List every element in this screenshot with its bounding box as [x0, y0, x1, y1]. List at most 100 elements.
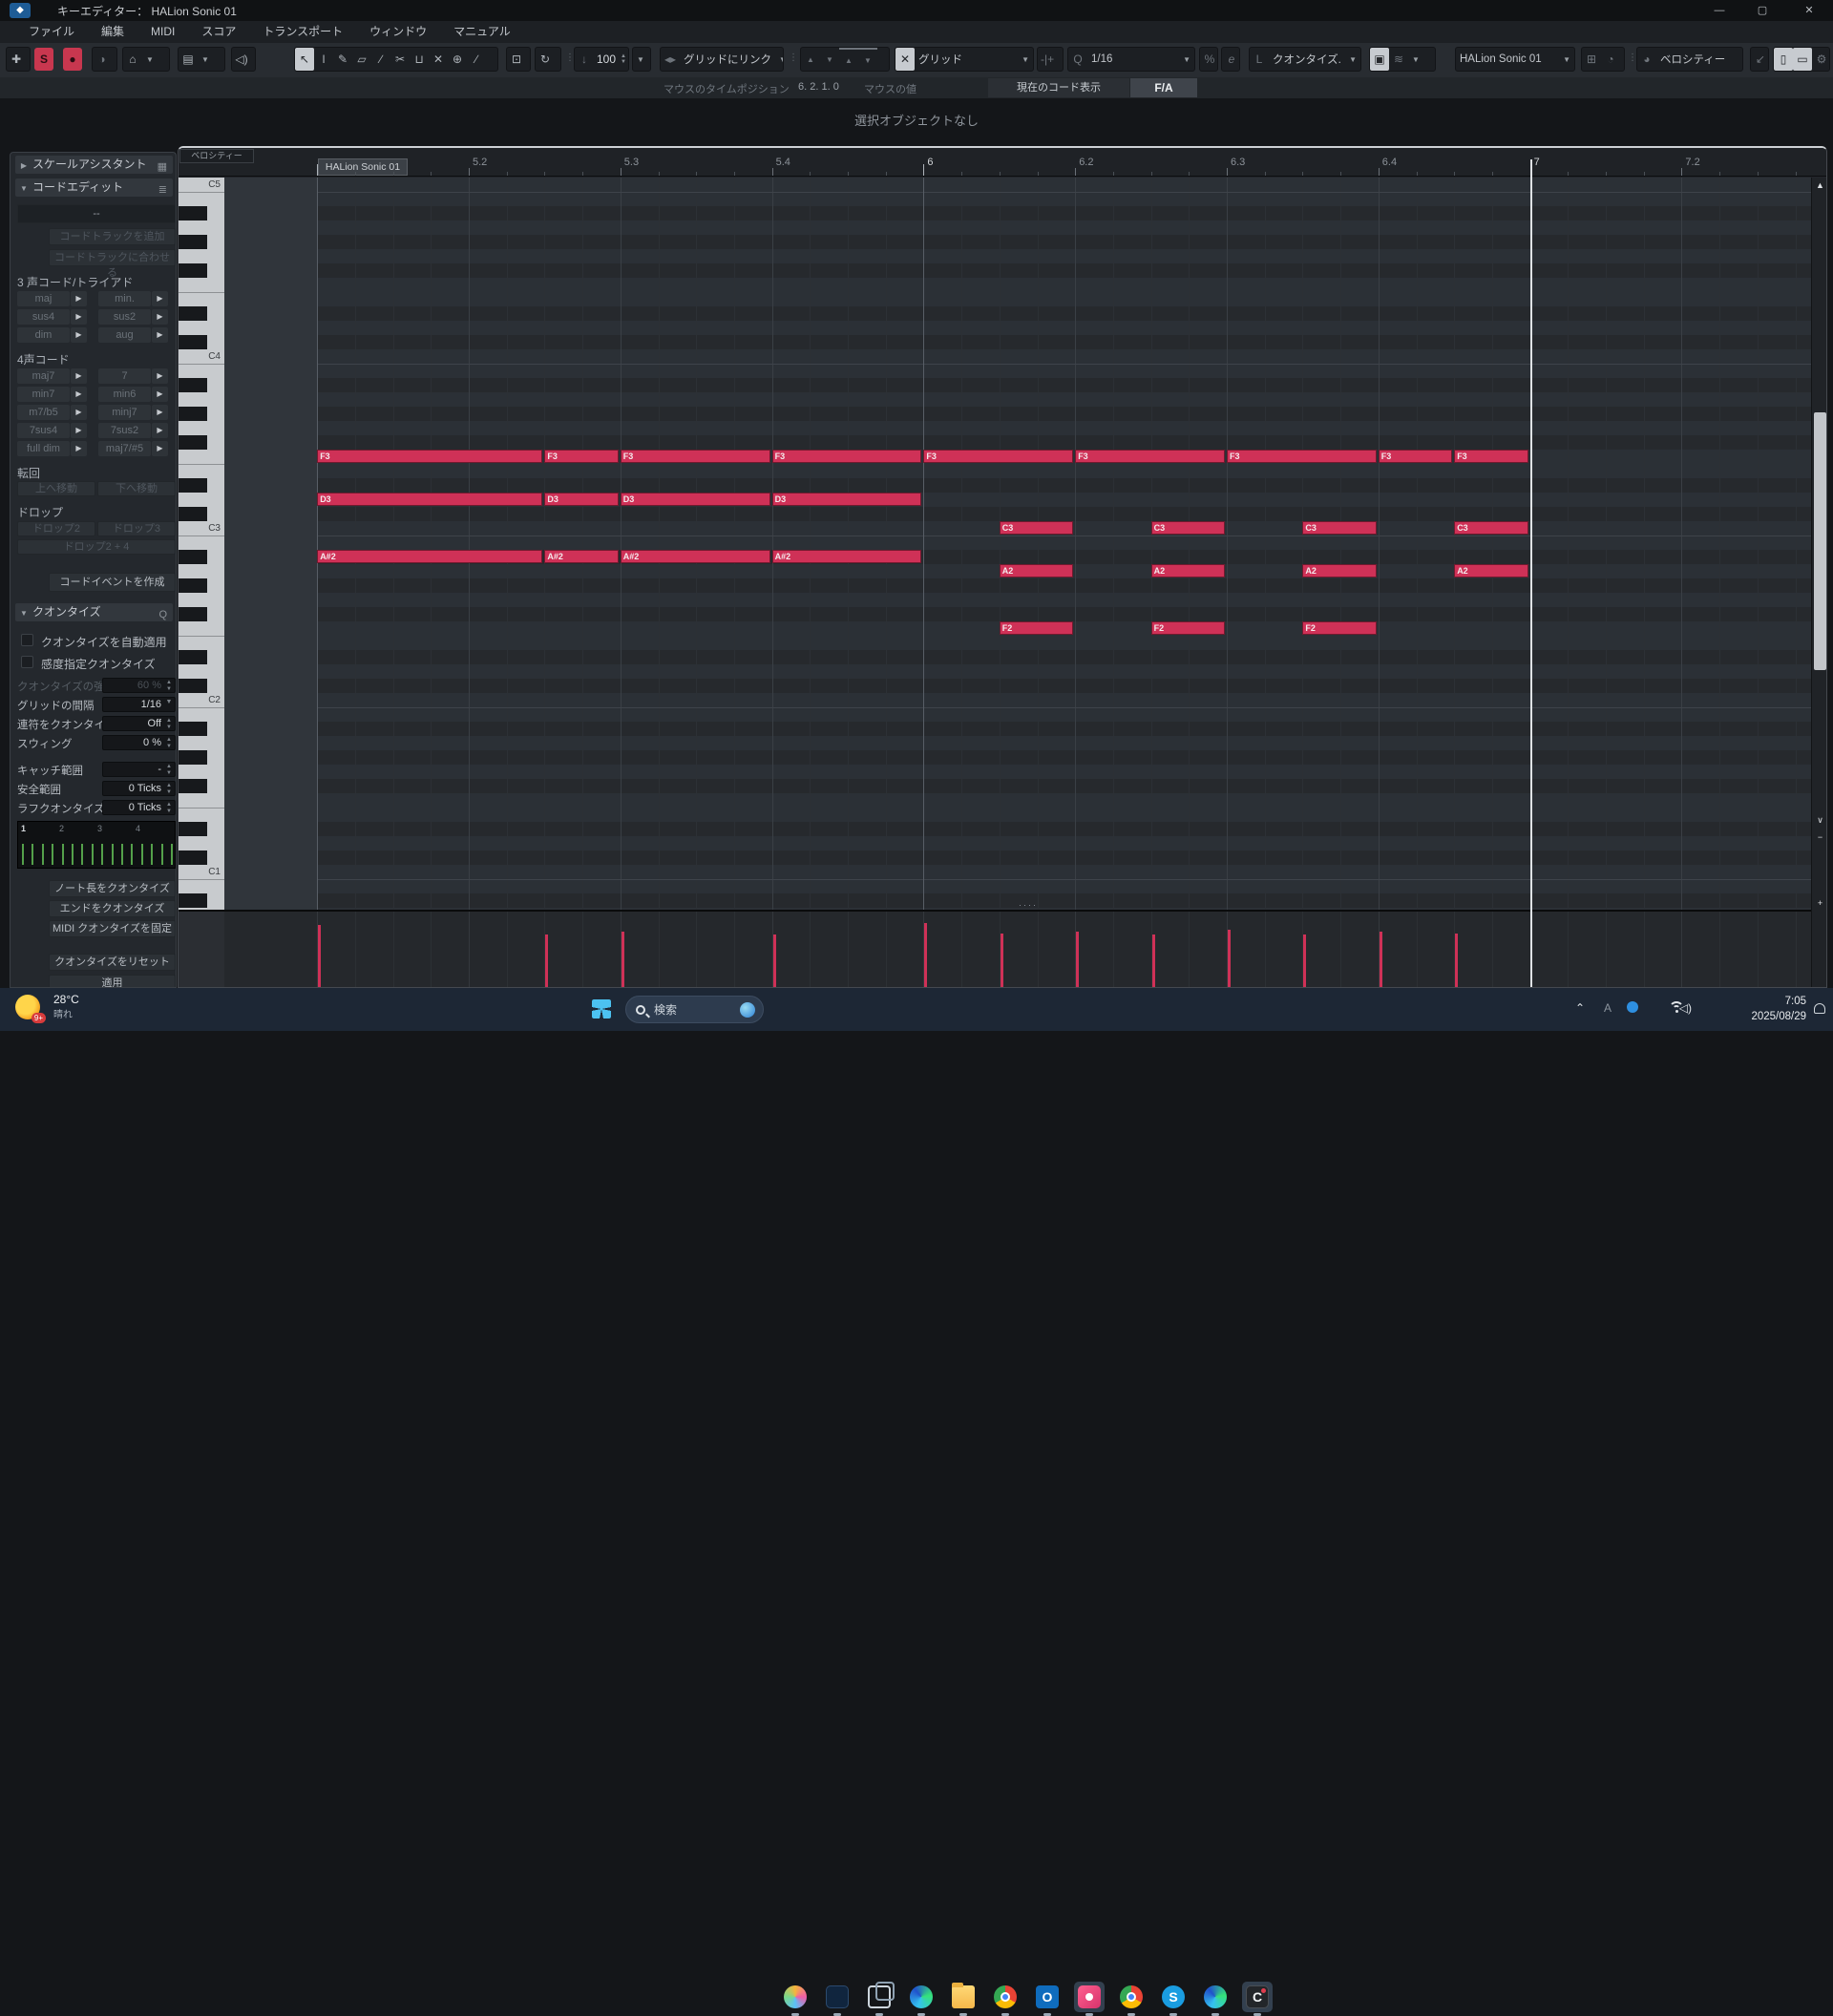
erase-tool[interactable]: ▱ [352, 48, 371, 71]
close-button[interactable]: ✕ [1795, 0, 1823, 21]
black-key[interactable] [179, 850, 207, 865]
triad-dim-arrow[interactable]: ▶ [71, 327, 87, 343]
velocity-bar[interactable] [1228, 930, 1231, 988]
tray-app-icon[interactable] [1627, 1001, 1638, 1016]
velocity-lane[interactable] [179, 910, 1811, 988]
trim-tool[interactable]: ∕ [371, 48, 390, 71]
triad-dim[interactable]: dim [17, 327, 70, 343]
quantize-button-1[interactable]: エンドをクオンタイズ [49, 900, 176, 917]
project-cursor[interactable] [1530, 159, 1532, 988]
maximize-button[interactable]: ▢ [1748, 0, 1777, 21]
field-stepper-6[interactable]: ▲ ▼ [163, 802, 175, 815]
velocity-bar[interactable] [1303, 934, 1306, 988]
chord4-minj7-arrow[interactable]: ▶ [152, 405, 168, 420]
chord4-maj7/#5[interactable]: maj7/#5 [98, 441, 151, 456]
chord4-m7/b5[interactable]: m7/b5 [17, 405, 70, 420]
add-chord-track-button[interactable]: コードトラックを追加 [49, 228, 176, 245]
midi-input-icon[interactable]: ≋ [1389, 48, 1408, 71]
setup-gear-icon[interactable]: ⚙ [1812, 48, 1830, 71]
section-quantize[interactable]: ▼クオンタイズQ [15, 603, 173, 621]
triad-maj[interactable]: maj [17, 291, 70, 306]
zoom-out-icon[interactable]: − [1812, 832, 1827, 842]
taskbar-app-skype[interactable]: S [1158, 1982, 1189, 2012]
chevron-down-icon[interactable]: ▼ [198, 55, 213, 64]
menu-5[interactable]: ウィンドウ [369, 21, 427, 43]
midi-note-F3[interactable]: F3 [1379, 450, 1452, 463]
chord4-maj7[interactable]: maj7 [17, 368, 70, 384]
menu-4[interactable]: トランスポート [263, 21, 343, 43]
event-colors-value[interactable]: ベロシティー [1656, 52, 1729, 67]
black-key[interactable] [179, 478, 207, 493]
weather-widget[interactable]: 9+ 28°C 晴れ [15, 993, 79, 1020]
midi-note-F2[interactable]: F2 [1302, 621, 1376, 635]
notification-bell-icon[interactable] [1814, 1003, 1825, 1014]
field-stepper-3[interactable]: ▲ ▼ [163, 737, 175, 750]
midi-note-F3[interactable]: F3 [1454, 450, 1528, 463]
auto-select-controllers-group[interactable]: ⌂▼ [122, 47, 170, 72]
midi-note-D3[interactable]: D3 [621, 493, 770, 506]
length-quantize-value[interactable]: クオンタイズ. [1269, 52, 1345, 67]
taskbar-app-browser-3[interactable] [1200, 1982, 1231, 2012]
auto-scroll-button[interactable]: ⊡ [506, 47, 531, 72]
velocity-bar[interactable] [1455, 934, 1458, 988]
black-key[interactable] [179, 779, 207, 793]
chevron-down-icon[interactable]: ▼ [142, 55, 158, 64]
record-in-editor-button[interactable]: ● [63, 47, 89, 72]
midi-note-D3[interactable]: D3 [544, 493, 618, 506]
quantize-preset-group[interactable]: Q 1/16 ▼ [1067, 47, 1195, 72]
vertical-scrollbar[interactable]: ▲ ∨ − + [1811, 178, 1827, 988]
quantize-button-2[interactable]: MIDI クオンタイズを固定 [49, 920, 176, 937]
midi-note-A#2[interactable]: A#2 [317, 550, 542, 563]
taskbar-app-widgets[interactable] [822, 1982, 853, 2012]
timeline-ruler[interactable]: HALion Sonic 01 5.25.35.466.26.36.477.2 [179, 148, 1827, 177]
mute-tool[interactable]: ✕ [429, 48, 448, 71]
drop-2-4-button[interactable]: ドロップ2 + 4 [17, 539, 176, 555]
velocity-bar[interactable] [318, 925, 321, 988]
midi-note-A2[interactable]: A2 [1000, 564, 1073, 578]
midi-note-F3[interactable]: F3 [544, 450, 618, 463]
triad-aug-arrow[interactable]: ▶ [152, 327, 168, 343]
left-zone-button[interactable]: ▯ [1774, 48, 1793, 71]
scroll-down-icon[interactable]: ∨ [1812, 815, 1827, 826]
taskbar-app-browser-2[interactable] [1116, 1982, 1147, 2012]
black-key[interactable] [179, 722, 207, 736]
quantize-button2-1[interactable]: 適用 [49, 975, 176, 988]
chord4-7[interactable]: 7 [98, 368, 151, 384]
field-stepper-5[interactable]: ▲ ▼ [163, 783, 175, 796]
menu-2[interactable]: MIDI [151, 21, 175, 43]
nudge-button-3[interactable]: ▼ [858, 48, 877, 71]
midi-note-C3[interactable]: C3 [1000, 521, 1073, 535]
triad-min.[interactable]: min. [98, 291, 151, 306]
taskbar-app-task-view[interactable] [864, 1982, 895, 2012]
create-chord-event-button[interactable]: コードイベントを作成 [49, 573, 176, 592]
velocity-bar[interactable] [924, 923, 927, 988]
triad-sus2-arrow[interactable]: ▶ [152, 309, 168, 325]
chord4-7sus4-arrow[interactable]: ▶ [71, 423, 87, 438]
velocity-lane-tab[interactable]: ベロシティー [179, 149, 254, 163]
chord4-min7[interactable]: min7 [17, 387, 70, 402]
midi-note-C3[interactable]: C3 [1454, 521, 1528, 535]
object-selection-tool[interactable]: ↖ [295, 48, 314, 71]
menu-0[interactable]: ファイル [29, 21, 74, 43]
velocity-bar[interactable] [1380, 932, 1382, 988]
field-stepper-2[interactable]: ▲ ▼ [163, 718, 175, 731]
section-chord-edit[interactable]: ▼コードエディット≣ [15, 178, 173, 197]
start-button[interactable] [592, 999, 611, 1018]
midi-note-F3[interactable]: F3 [923, 450, 1073, 463]
velocity-bar[interactable] [622, 932, 624, 988]
line-tool[interactable]: ∕ [467, 48, 486, 71]
midi-note-D3[interactable]: D3 [772, 493, 922, 506]
grid-panel-icon[interactable]: ⊞ [1582, 48, 1601, 71]
midi-note-F3[interactable]: F3 [317, 450, 542, 463]
drop-1[interactable]: ドロップ3 [97, 521, 176, 536]
chord4-full dim-arrow[interactable]: ▶ [71, 441, 87, 456]
range-tool[interactable]: I [314, 48, 333, 71]
black-key[interactable] [179, 206, 207, 220]
velocity-bar[interactable] [773, 934, 776, 988]
taskbar-app-paint-app[interactable] [1074, 1982, 1105, 2012]
quantize-button-0[interactable]: ノート長をクオンタイズ [49, 880, 176, 897]
scrollbar-thumb[interactable] [1814, 412, 1826, 670]
part-name-tab[interactable]: HALion Sonic 01 [318, 158, 408, 176]
chord4-7sus2[interactable]: 7sus2 [98, 423, 151, 438]
ime-icon[interactable]: A [1604, 1001, 1612, 1015]
